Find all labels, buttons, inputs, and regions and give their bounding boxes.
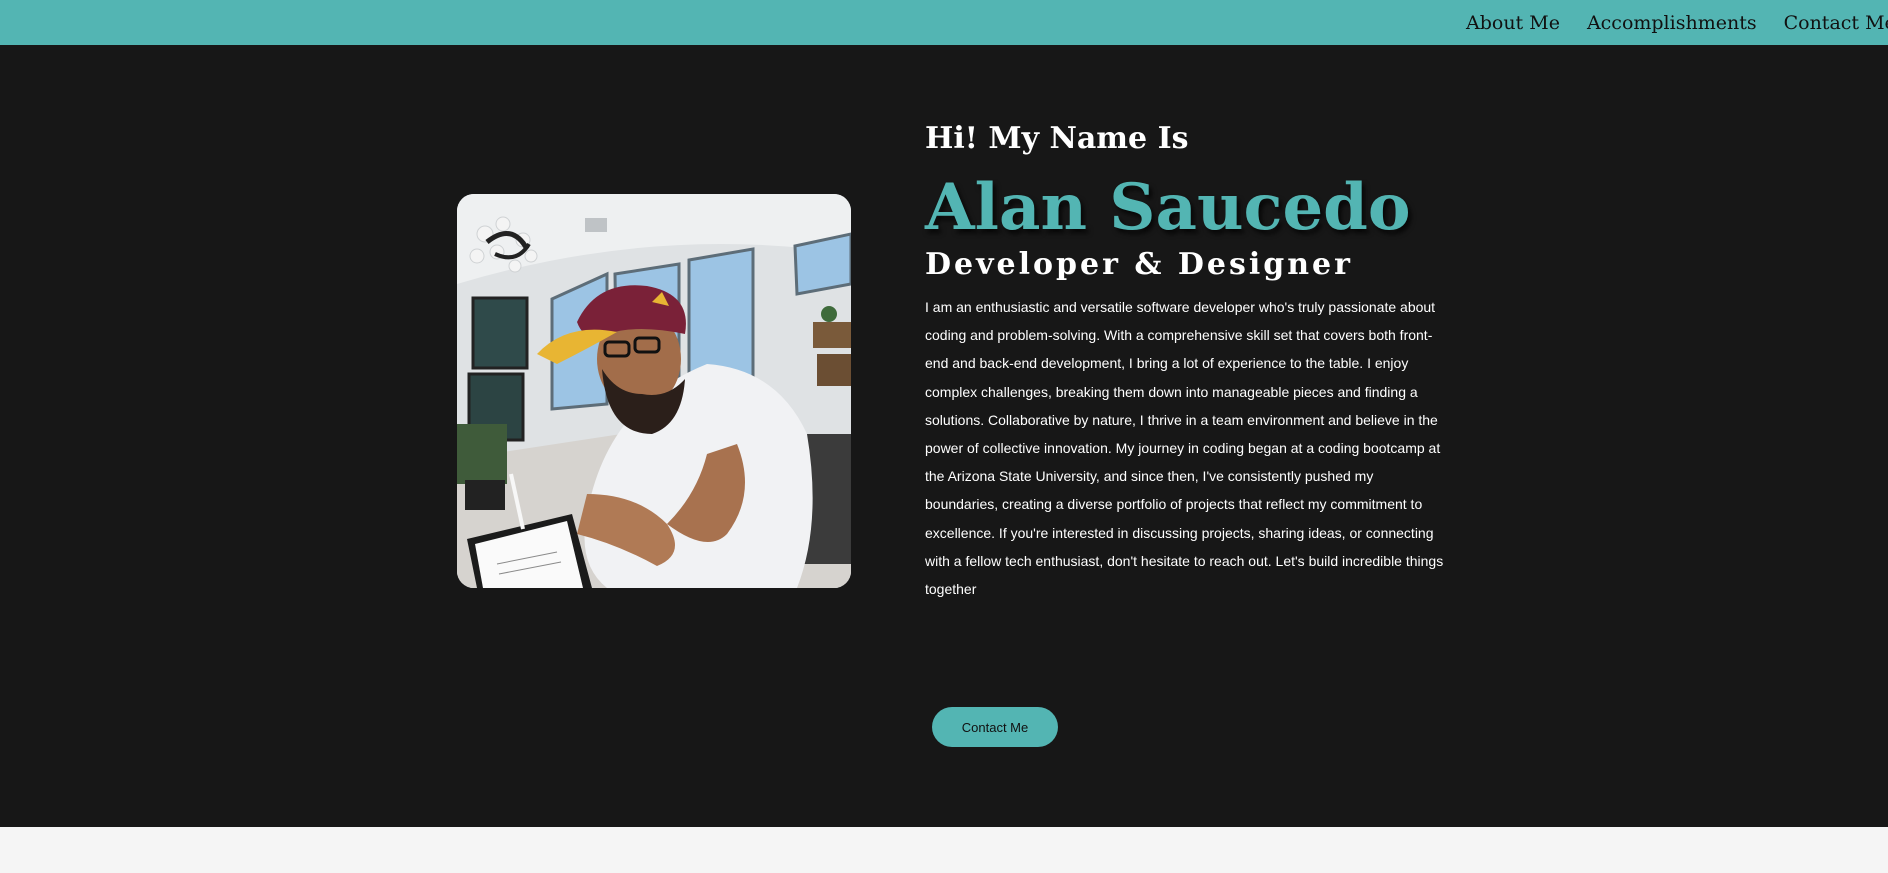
name-heading: Alan Saucedo xyxy=(925,170,1411,245)
nav-link-about-me[interactable]: About Me xyxy=(1466,12,1560,34)
top-navbar: About Me Accomplishments Contact Me xyxy=(0,0,1888,45)
bio-paragraph: I am an enthusiastic and versatile softw… xyxy=(925,299,1444,598)
profile-photo xyxy=(457,194,851,588)
page: About Me Accomplishments Contact Me Hi! … xyxy=(0,0,1888,873)
nav-link-contact-me[interactable]: Contact Me xyxy=(1784,12,1888,34)
contact-me-button[interactable]: Contact Me xyxy=(932,707,1058,747)
nav-links: About Me Accomplishments Contact Me xyxy=(1466,0,1888,45)
intro-block: Hi! My Name Is Alan Saucedo Developer & … xyxy=(925,120,1445,603)
role-subtitle: Developer & Designer xyxy=(925,247,1353,282)
nav-link-accomplishments[interactable]: Accomplishments xyxy=(1587,12,1757,34)
greeting-heading: Hi! My Name Is xyxy=(925,121,1189,156)
